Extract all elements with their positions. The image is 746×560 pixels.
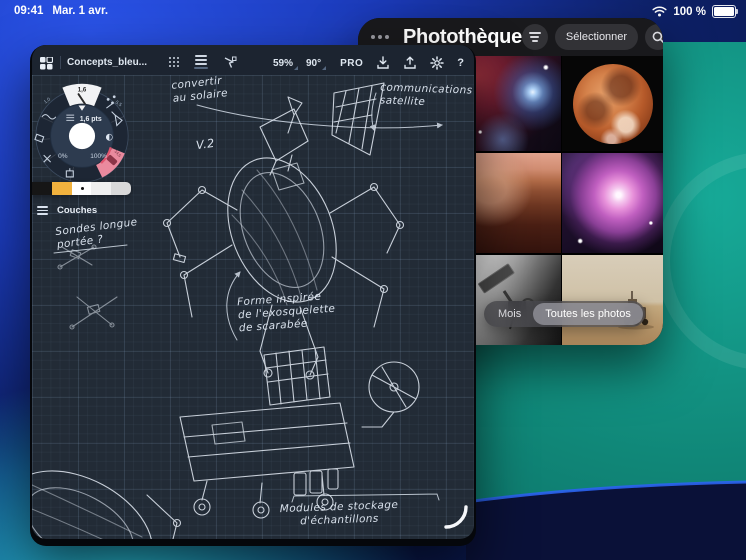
- stroke-width-label: 1,6 pts: [80, 116, 102, 123]
- photo-desert-rover[interactable]: [562, 255, 663, 345]
- wallpaper-navy-curve: [466, 430, 746, 560]
- import-icon[interactable]: [376, 56, 390, 70]
- annotation-satellite: communications satellite: [380, 81, 473, 110]
- tool-list-icon[interactable]: [195, 55, 207, 68]
- drawing-canvas[interactable]: convertir au solaire communications sate…: [32, 75, 474, 539]
- swatch-light-gray[interactable]: [91, 182, 111, 195]
- wifi-icon: [652, 6, 667, 17]
- rover-silhouette: [562, 255, 663, 344]
- swatch-amber[interactable]: [52, 182, 72, 195]
- opacity-min-label: 0%: [58, 153, 68, 160]
- display-options-button[interactable]: [522, 24, 548, 50]
- zoom-level[interactable]: 59%: [273, 58, 293, 69]
- color-preview-circle[interactable]: [69, 123, 95, 149]
- active-size-label: 1,6: [78, 87, 87, 94]
- opacity-icon: ◐: [106, 132, 114, 142]
- search-icon: [652, 31, 663, 44]
- selection-tool-icon[interactable]: [223, 56, 237, 69]
- layers-button[interactable]: Couches: [37, 205, 97, 216]
- document-title[interactable]: Concepts_bleu...: [67, 57, 147, 68]
- battery-percent: 100 %: [673, 6, 706, 18]
- window-menu-icon[interactable]: [371, 35, 389, 39]
- segment-months[interactable]: Mois: [486, 303, 533, 325]
- opacity-max-label: 100%: [90, 153, 107, 160]
- layers-icon: [37, 206, 48, 215]
- swatch-white-selected[interactable]: [72, 182, 92, 195]
- mars-sphere: [573, 64, 653, 144]
- concepts-logo-icon[interactable]: [40, 57, 53, 70]
- tool-wheel[interactable]: 1,6 14,5 1,0 5,5 6,9: [32, 82, 136, 190]
- status-date: Mar. 1 avr.: [52, 5, 108, 17]
- pro-badge[interactable]: PRO: [340, 58, 363, 69]
- swatch-black[interactable]: [32, 182, 52, 195]
- status-time: 09:41: [14, 5, 43, 17]
- annotation-modules: Modules de stockage d'échantillons: [280, 499, 399, 529]
- page-curl[interactable]: [442, 503, 468, 529]
- segment-all-photos[interactable]: Toutes les photos: [533, 303, 643, 325]
- photo-orion-nebula[interactable]: [562, 153, 663, 253]
- help-button[interactable]: ?: [457, 57, 464, 69]
- annotation-v2: V.2: [195, 136, 216, 153]
- select-button[interactable]: Sélectionner: [555, 24, 638, 50]
- annotation-forme: Forme inspirée de l'exosquelette de scar…: [237, 290, 337, 336]
- battery-icon: [712, 5, 736, 18]
- color-palette: [32, 182, 131, 195]
- concepts-window: Concepts_bleu... 59% 90° PRO: [30, 45, 476, 546]
- toolbar-divider: [60, 56, 61, 69]
- canvas-rotation[interactable]: 90°: [306, 58, 321, 69]
- library-segmented-control: Mois Toutes les photos: [484, 301, 645, 327]
- layers-label: Couches: [57, 205, 97, 216]
- swatch-gray[interactable]: [111, 182, 131, 195]
- display-options-icon: [529, 32, 541, 42]
- settings-gear-icon[interactable]: [430, 56, 444, 70]
- photo-planet-mars[interactable]: [562, 56, 663, 151]
- concepts-toolbar: Concepts_bleu... 59% 90° PRO: [32, 45, 474, 75]
- precision-grid-icon[interactable]: [169, 57, 179, 67]
- export-icon[interactable]: [403, 56, 417, 70]
